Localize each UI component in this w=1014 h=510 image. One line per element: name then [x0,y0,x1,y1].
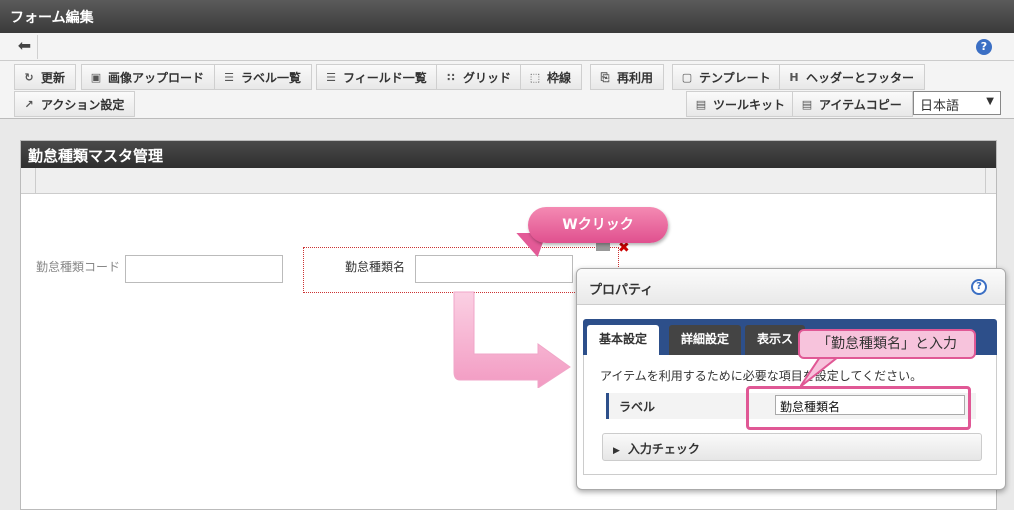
code-input[interactable] [125,255,283,283]
toolbar: ↻ 更新 ▣ 画像アップロード ☰ ラベル一覧 ☰ フィールド一覧 ∷ グリッド ⬚ 枠線 … [0,61,1014,119]
field-label-code: 勤怠種類コード [36,260,121,274]
name-input[interactable] [415,255,573,283]
panel-description: アイテムを利用するために必要な項目を設定してください。 [600,369,923,383]
grid-button[interactable]: ∷ グリッド [436,64,523,90]
callout-pointer-icon [800,357,840,388]
triangle-right-icon: ▶ [613,446,620,456]
reuse-icon: ⎘ [600,71,610,84]
refresh-button[interactable]: ↻ 更新 [14,64,77,90]
image-upload-button[interactable]: ▣ 画像アップロード [81,64,216,90]
flow-arrow-icon [453,291,571,388]
image-upload-icon: ▣ [90,71,102,84]
field-list-button[interactable]: ☰ フィールド一覧 [316,64,438,90]
template-icon: ▢ [681,71,693,84]
double-click-callout: Wクリック [528,207,668,243]
header-footer-icon: H [789,71,799,84]
form-title: 勤怠種類マスタ管理 [21,141,996,168]
enter-hint-callout: 「勤怠種類名」と入力 [798,329,976,359]
chevron-down-icon: ▼ [986,96,994,107]
highlight-frame [746,386,971,430]
field-list-icon: ☰ [326,71,336,84]
action-icon: ↗ [24,98,34,111]
arrow-left-icon[interactable]: ⬅ [12,35,38,59]
drag-handle-icon[interactable] [596,243,610,251]
label-list-icon: ☰ [224,71,234,84]
toolkit-icon: ▤ [695,98,707,111]
nav-bar: ⬅ ? [0,33,1014,61]
item-copy-icon: ▤ [801,98,813,111]
field-label-name: 勤怠種類名 [345,260,406,274]
window-title: フォーム編集 [0,0,1014,33]
form-subbar [21,168,996,194]
label-property-caption: ラベル [619,400,656,414]
panel-header: プロパティ ? [577,269,1005,305]
action-settings-button[interactable]: ↗ アクション設定 [14,91,136,117]
help-icon[interactable]: ? [971,279,987,295]
header-footer-button[interactable]: H ヘッダーとフッター [779,64,926,90]
toolkit-button[interactable]: ▤ ツールキット [686,91,797,117]
properties-panel: プロパティ ? 基本設定 詳細設定 表示ス アイテムを利用するために必要な項目を… [576,268,1006,490]
item-copy-button[interactable]: ▤ アイテムコピー [792,91,913,117]
panel-title: プロパティ [589,283,654,298]
border-button[interactable]: ⬚ 枠線 [520,64,583,90]
help-icon[interactable]: ? [976,39,992,55]
input-check-section[interactable]: ▶ 入力チェック [602,433,982,461]
reuse-button[interactable]: ⎘ 再利用 [590,64,665,90]
label-list-button[interactable]: ☰ ラベル一覧 [214,64,313,90]
grid-icon: ∷ [447,71,455,84]
tab-detail-settings[interactable]: 詳細設定 [669,325,742,355]
language-select[interactable]: 日本語 ▼ [913,91,1001,115]
tab-basic-settings[interactable]: 基本設定 [587,325,660,355]
tab-display-settings[interactable]: 表示ス [745,325,806,355]
template-button[interactable]: ▢ テンプレート [672,64,782,90]
border-icon: ⬚ [529,71,541,84]
refresh-icon: ↻ [24,71,34,84]
